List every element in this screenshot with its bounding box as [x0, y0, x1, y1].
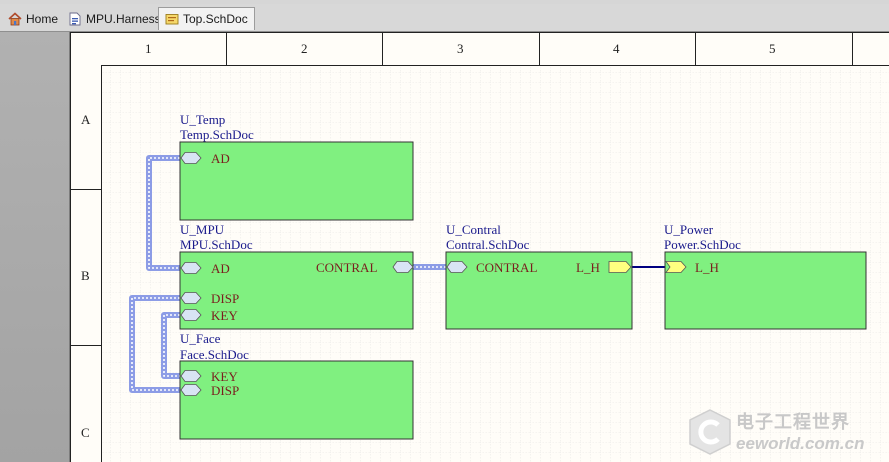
contral-filename: Contral.SchDoc: [446, 237, 530, 252]
contral-designator: U_Contral: [446, 222, 501, 237]
power-port-l-h: L_H: [695, 260, 719, 275]
watermark-en: eeworld.com.cn: [736, 434, 865, 453]
tab-mpu-harness[interactable]: MPU.Harness: [62, 7, 167, 30]
mpu-port-disp: DISP: [211, 291, 240, 306]
contral-contral-entry[interactable]: [446, 261, 468, 273]
contral-l-h-output-entry[interactable]: [608, 261, 632, 273]
document-tab-bar: Home MPU.Harness Top.SchDoc: [0, 4, 889, 32]
tab-top-schdoc-label: Top.SchDoc: [183, 12, 248, 26]
face-port-key: KEY: [211, 369, 238, 384]
harness-file-icon: [69, 12, 81, 25]
zone-row-a: A: [81, 112, 91, 127]
tab-home-label: Home: [26, 11, 59, 26]
face-filename: Face.SchDoc: [180, 347, 249, 362]
temp-filename: Temp.SchDoc: [180, 127, 254, 142]
contral-port-l-h: L_H: [576, 260, 600, 275]
home-icon: [8, 11, 22, 25]
mpu-ad-entry[interactable]: [180, 262, 202, 274]
mpu-key-entry[interactable]: [180, 309, 202, 321]
zone-row-c: C: [81, 425, 90, 440]
tab-top-schdoc[interactable]: Top.SchDoc: [158, 7, 255, 30]
watermark: 电子工程世界 eeworld.com.cn: [688, 408, 888, 460]
zone-col-2: 2: [301, 41, 308, 56]
schematic-sheet[interactable]: 1 2 3 4 5 A B C U_Temp Temp.SchDoc U_MPU…: [70, 32, 889, 462]
mpu-port-key: KEY: [211, 308, 238, 323]
mpu-port-ad: AD: [211, 261, 230, 276]
mpu-contral-entry[interactable]: [392, 261, 414, 273]
left-panel: [0, 32, 70, 462]
watermark-cn: 电子工程世界: [736, 412, 850, 432]
power-filename: Power.SchDoc: [664, 237, 741, 252]
face-key-entry[interactable]: [180, 370, 202, 382]
sheet-symbol-contral[interactable]: [445, 251, 633, 330]
zone-col-5: 5: [769, 41, 776, 56]
temp-designator: U_Temp: [180, 112, 226, 127]
mpu-disp-entry[interactable]: [180, 292, 202, 304]
tab-mpu-harness-label: MPU.Harness: [86, 11, 161, 26]
watermark-logo-icon: [689, 409, 731, 455]
zone-col-1: 1: [145, 41, 152, 56]
face-port-disp: DISP: [211, 383, 240, 398]
power-designator: U_Power: [664, 222, 714, 237]
tab-home[interactable]: Home: [2, 7, 64, 30]
temp-ad-entry[interactable]: [180, 152, 202, 164]
mpu-filename: MPU.SchDoc: [180, 237, 253, 252]
temp-port-ad: AD: [211, 151, 230, 166]
schematic-doc-icon: [165, 14, 179, 25]
face-designator: U_Face: [180, 331, 221, 346]
contral-port-contral: CONTRAL: [476, 260, 538, 275]
mpu-port-contral: CONTRAL: [316, 260, 378, 275]
zone-row-b: B: [81, 268, 90, 283]
mpu-designator: U_MPU: [180, 222, 225, 237]
zone-col-4: 4: [613, 41, 620, 56]
zone-col-3: 3: [457, 41, 464, 56]
face-disp-entry[interactable]: [180, 384, 202, 396]
